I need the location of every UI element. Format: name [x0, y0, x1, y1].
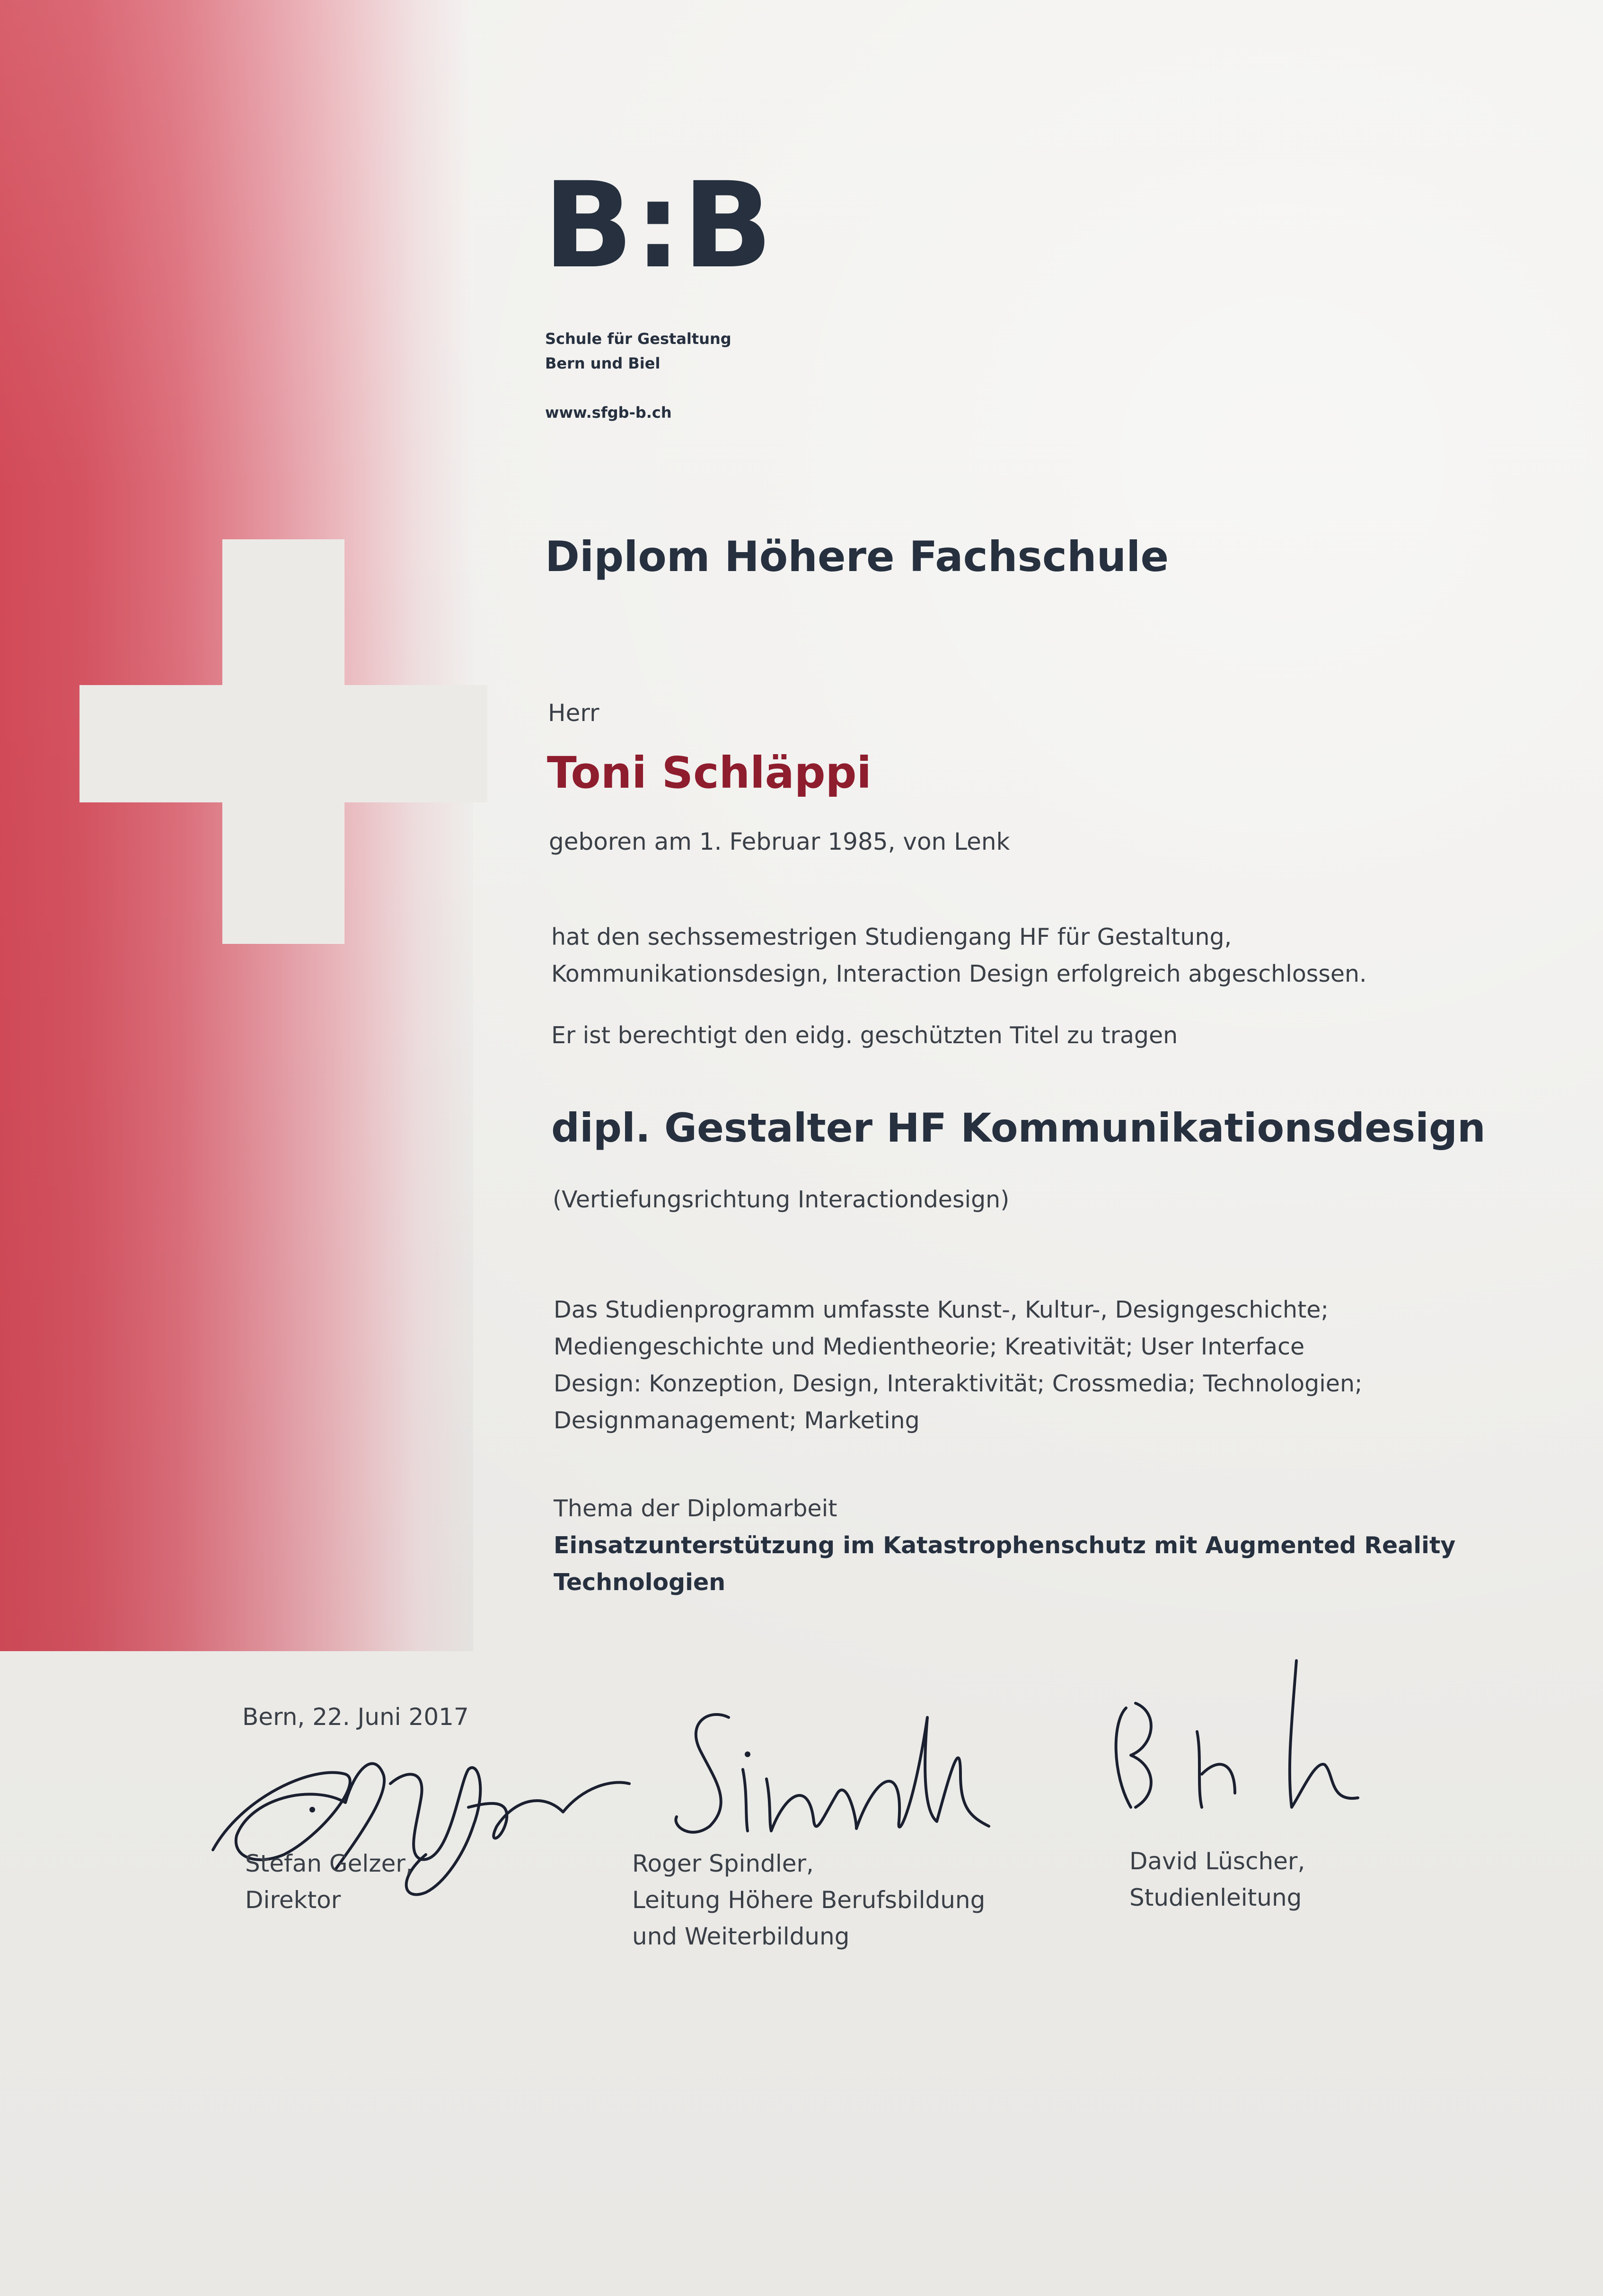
signatory-2-name: Roger Spindler,	[632, 1850, 814, 1877]
program-line-4: Designmanagement; Marketing	[554, 1407, 920, 1434]
recipient-name: Toni Schläppi	[547, 748, 872, 798]
school-name: Schule für Gestaltung	[545, 330, 731, 348]
completion-line-2: Kommunikationsdesign, Interaction Design…	[551, 960, 1367, 987]
diploma-heading: Diplom Höhere Fachschule	[545, 532, 1169, 581]
signature-gelzer-icon	[211, 1762, 631, 1896]
program-line-3: Design: Konzeption, Design, Interaktivit…	[554, 1370, 1363, 1397]
degree-title: dipl. Gestalter HF Kommunikationsdesign	[551, 1105, 1486, 1151]
school-logo: B:B	[543, 157, 774, 294]
birth-info: geboren am 1. Februar 1985, von Lenk	[549, 828, 1010, 855]
thesis-title-line-2: Technologien	[554, 1569, 726, 1596]
signatory-1-name: Stefan Gelzer,	[245, 1850, 413, 1877]
salutation: Herr	[548, 699, 599, 727]
thesis-title-line-1: Einsatzunterstützung im Katastrophenschu…	[554, 1532, 1456, 1559]
diploma-page: B:B Schule für Gestaltung Bern und Biel …	[0, 0, 1603, 2296]
signatory-2-role-line-2: und Weiterbildung	[632, 1923, 850, 1950]
swiss-cross-horizontal	[79, 685, 487, 802]
signature-luscher-icon	[1114, 1659, 1359, 1809]
completion-line-1: hat den sechssemestrigen Studiengang HF …	[551, 924, 1232, 950]
entitlement-text: Er ist berechtigt den eidg. geschützten …	[551, 1022, 1178, 1049]
signatory-1-role: Direktor	[245, 1886, 341, 1914]
signatory-3-role: Studienleitung	[1129, 1884, 1302, 1911]
signatory-3-name: David Lüscher,	[1129, 1847, 1305, 1875]
program-line-1: Das Studienprogramm umfasste Kunst-, Kul…	[554, 1296, 1329, 1323]
signatory-2-role-line-1: Leitung Höhere Berufsbildung	[632, 1886, 986, 1914]
specialization: (Vertiefungsrichtung Interactiondesign)	[553, 1186, 1010, 1213]
signature-spindler-icon	[674, 1713, 990, 1834]
program-line-2: Mediengeschichte und Medientheorie; Krea…	[554, 1333, 1305, 1360]
school-location: Bern und Biel	[545, 354, 661, 372]
thesis-label: Thema der Diplomarbeit	[554, 1495, 837, 1522]
school-url: www.sfgb-b.ch	[545, 404, 672, 422]
